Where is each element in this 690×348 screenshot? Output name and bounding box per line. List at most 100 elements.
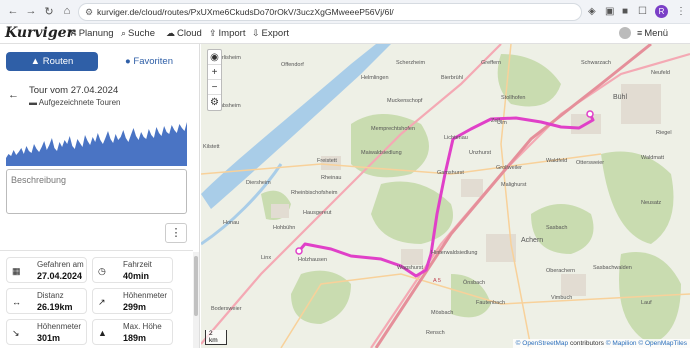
label-rheinbischofsheim: Rheinbischofsheim: [291, 190, 338, 196]
route-icon: ⛕: [70, 28, 77, 38]
label-rheinau: Rheinau: [321, 175, 342, 181]
browser-toolbar: ← → ↻ ⌂ ⚙ kurviger.de/cloud/routes/PxUXm…: [0, 0, 690, 24]
map-canvas[interactable]: Offendorf Scherzheim Herrlisheim Gambshe…: [201, 44, 690, 348]
label-sasbachwalden: Sasbachwalden: [593, 265, 632, 271]
app-header: Kurviger ⛕ Planung ⌕ Suche ☁ Cloud ⇪ Import …: [0, 24, 690, 44]
map-layer: Offendorf Scherzheim Herrlisheim Gambshe…: [201, 44, 690, 348]
label-neufeld: Neufeld: [651, 70, 670, 76]
label-rensch: Rensch: [426, 330, 445, 336]
label-muckenschopf: Muckenschopf: [387, 98, 423, 104]
label-oberachern: Oberachern: [546, 268, 575, 274]
stat-date: ▦ Gefahren am 27.04.2024: [6, 257, 87, 283]
zoom-out-button[interactable]: −: [208, 80, 221, 95]
menu-planung[interactable]: ⛕ Planung: [70, 28, 114, 40]
label-stollhofen: Stollhofen: [501, 95, 525, 101]
label-sasbach: Sasbach: [546, 225, 567, 231]
sidebar: ▲ Routen ● Favoriten ← Tour vom 27.04.20…: [0, 44, 200, 348]
reload-icon[interactable]: ↻: [42, 5, 56, 18]
label-oensbach: Önsbach: [463, 279, 485, 286]
attrib-contributors: contributors: [569, 340, 604, 347]
label-hinterwaldsiedlung: Hinterwaldsiedlung: [431, 250, 477, 256]
tab-routen[interactable]: ▲ Routen: [6, 52, 98, 71]
sidebar-scrollbar-thumb[interactable]: [194, 256, 198, 316]
scale-bar: 2 km: [205, 330, 227, 345]
route-title: Tour vom 27.04.2024: [29, 85, 119, 96]
upload-icon: ⇪: [209, 28, 217, 38]
menu-suche[interactable]: ⌕ Suche: [121, 28, 155, 39]
label-grollweiler: Grollweiler: [496, 165, 522, 171]
calendar-icon: ▦: [12, 266, 21, 276]
route-start-marker[interactable]: [295, 247, 303, 255]
url-text: kurviger.de/cloud/routes/PxUXme6CkudsDo7…: [97, 7, 394, 17]
forward-arrow-icon[interactable]: →: [24, 5, 38, 17]
label-helmlingen: Helmlingen: [361, 75, 389, 81]
label-zell: Zell: [491, 118, 500, 124]
label-scherzheim: Scherzheim: [396, 60, 425, 66]
back-icon[interactable]: ←: [8, 89, 19, 101]
label-unzhurst: Unzhurst: [469, 150, 491, 156]
label-hohbuehn: Hohbühn: [273, 225, 295, 231]
map-attribution: © OpenStreetMap contributors © Mapilion …: [512, 339, 690, 348]
back-arrow-icon[interactable]: ←: [6, 5, 20, 17]
menu-cloud[interactable]: ☁ Cloud: [166, 28, 202, 39]
route-folder[interactable]: ▬ Aufgezeichnete Touren: [29, 98, 120, 107]
label-ottersweier: Ottersweier: [576, 160, 604, 166]
menu-import[interactable]: ⇪ Import: [209, 28, 245, 39]
zoom-in-button[interactable]: +: [208, 65, 221, 80]
label-linx: Linx: [261, 255, 271, 261]
layers-icon[interactable]: ◉: [208, 50, 221, 65]
menu-export[interactable]: ⇩ Export: [252, 28, 289, 39]
divider: [0, 250, 193, 251]
browser-menu-icon[interactable]: ⋮: [676, 6, 686, 17]
label-holzhausen: Holzhausen: [298, 257, 327, 263]
label-bierbruehl: Bierbrühl: [441, 75, 463, 81]
route-end-marker[interactable]: [586, 110, 594, 118]
screenshot-icon[interactable]: ▣: [605, 6, 614, 17]
folder-icon: ▬: [29, 98, 39, 107]
address-bar[interactable]: ⚙ kurviger.de/cloud/routes/PxUXme6CkudsD…: [78, 3, 582, 21]
label-waldfeld: Waldfeld: [546, 158, 567, 164]
label-bodersweier: Bodersweier: [211, 306, 242, 312]
bookmark-icon[interactable]: ☐: [638, 6, 647, 17]
home-icon[interactable]: ⌂: [60, 5, 74, 17]
elevation-area: [6, 122, 187, 166]
stat-distance: ↔ Distanz 26.19km: [6, 288, 87, 314]
extensions-icon[interactable]: ◈: [588, 6, 596, 17]
label-memprechtshofen: Memprechtshofen: [371, 126, 415, 132]
label-neusatz: Neusatz: [641, 200, 661, 206]
label-kilstett: Kilstett: [203, 144, 220, 150]
elevation-profile[interactable]: [6, 118, 187, 166]
download-icon: ⇩: [252, 28, 260, 38]
settings-gear-icon[interactable]: ⚙: [208, 95, 221, 110]
attrib-mapilion[interactable]: © Mapilion: [606, 340, 637, 347]
attrib-openmaptiles[interactable]: © OpenMapTiles: [638, 340, 687, 347]
kurviger-logo[interactable]: Kurviger: [5, 25, 74, 41]
description-placeholder: Beschreibung: [11, 175, 67, 185]
menu-button[interactable]: ≡ Menü: [637, 28, 668, 39]
stat-elevation-up: ↗ Höhenmeter 299m: [92, 288, 173, 314]
attrib-osm[interactable]: © OpenStreetMap: [516, 340, 568, 347]
label-moesbach: Mösbach: [431, 310, 453, 316]
label-offendorf: Offendorf: [281, 62, 304, 68]
user-avatar[interactable]: [619, 27, 631, 39]
label-buehl: Bühl: [613, 94, 627, 101]
label-hausgereut: Hausgereut: [303, 210, 332, 216]
label-fautenbach: Fautenbach: [476, 300, 505, 306]
label-a5: A 5: [433, 278, 441, 284]
flag-icon[interactable]: ■: [622, 6, 628, 17]
label-vimbuch: Vimbuch: [551, 295, 572, 301]
site-info-icon[interactable]: ⚙: [85, 7, 93, 18]
stat-max-height: ▲ Max. Höhe 189m: [92, 319, 173, 345]
label-greffern: Greffern: [481, 60, 501, 66]
profile-avatar[interactable]: R: [655, 5, 668, 18]
tab-favoriten[interactable]: ● Favoriten: [104, 52, 194, 71]
more-options-button[interactable]: ⋮: [165, 223, 187, 243]
label-gamshurst: Gamshurst: [437, 170, 464, 176]
elevation-icon: ↗: [98, 297, 106, 307]
label-honau: Honau: [223, 220, 239, 226]
label-freistett: Freistett: [317, 158, 337, 164]
label-wagshurst: Wagshurst: [397, 265, 424, 271]
label-riegel: Riegel: [656, 130, 672, 136]
distance-icon: ↔: [12, 297, 21, 307]
description-field[interactable]: Beschreibung: [6, 169, 187, 214]
